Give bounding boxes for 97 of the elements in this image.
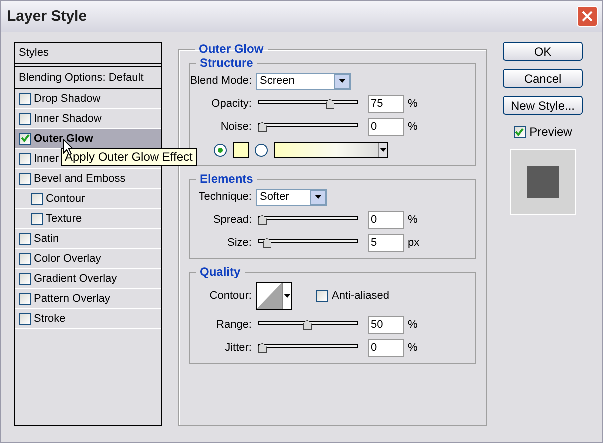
list-item[interactable]: Color Overlay [15,249,161,269]
unit-label: px [408,237,420,249]
caret-icon [338,79,346,83]
contour-picker[interactable] [256,282,292,310]
checkbox[interactable] [31,192,43,204]
checkbox[interactable] [19,172,31,184]
checkbox[interactable] [316,290,328,302]
slider[interactable] [258,121,358,133]
list-item[interactable]: Drop Shadow [15,89,161,109]
list-item[interactable]: Bevel and Emboss [15,169,161,189]
slider-thumb[interactable] [258,122,267,132]
close-icon [582,11,593,22]
checkbox[interactable] [19,272,31,284]
checkbox-label: Preview [530,125,572,139]
slider[interactable] [258,98,358,110]
field-label: Spread: [212,214,252,226]
radio-button[interactable] [255,144,268,156]
caret-icon [380,148,386,152]
list-header: Styles [15,43,161,67]
list-item[interactable]: Blending Options: Default [15,67,161,89]
value-field[interactable]: 50 [368,316,404,334]
checkbox[interactable] [19,92,31,104]
unit-label: % [408,319,418,331]
dialog-button[interactable]: New Style... [503,96,583,115]
slider[interactable] [258,342,358,354]
panel-title: Outer Glow [198,42,265,56]
checkbox[interactable] [31,212,43,224]
value-field[interactable]: 5 [368,234,404,252]
list-item[interactable]: Outer Glow [15,129,161,149]
dialog-button[interactable]: Cancel [503,69,583,88]
close-button[interactable] [577,6,598,27]
slider-thumb[interactable] [303,320,312,330]
item-label: Texture [46,212,82,224]
dialog-button[interactable]: OK [503,42,583,61]
item-label: Bevel and Emboss [34,172,126,184]
list-item[interactable]: Contour [15,189,161,209]
checkbox[interactable] [19,292,31,304]
field-label: Technique: [198,191,252,203]
checkbox[interactable] [514,126,526,138]
field-label: Range: [216,319,252,331]
value-field[interactable]: 0 [368,118,404,136]
item-label: Drop Shadow [34,92,101,104]
caret-icon [284,294,290,298]
checkbox[interactable] [19,232,31,244]
group-title: Elements [199,172,254,186]
item-label: Color Overlay [34,252,102,264]
list-item[interactable]: Gradient Overlay [15,269,161,289]
item-label: Outer Glow [34,132,94,144]
dropdown[interactable]: Screen [256,72,351,90]
slider-thumb[interactable] [258,215,267,225]
unit-label: % [408,214,418,226]
field-label: Size: [226,237,252,249]
slider-thumb[interactable] [258,343,267,353]
list-item[interactable]: Pattern Overlay [15,289,161,309]
field-label: Blend Mode: [190,75,252,87]
tooltip: Apply Outer Glow Effect [61,148,197,166]
checkbox[interactable] [19,312,31,324]
checkbox[interactable] [19,152,31,164]
color-swatch[interactable] [233,142,249,158]
field-label: Noise: [220,121,252,133]
slider[interactable] [258,214,358,226]
checkbox[interactable] [19,132,31,144]
item-label: Inner [34,152,60,164]
field-label: Opacity: [210,98,252,110]
slider-thumb[interactable] [262,238,272,248]
slider[interactable] [258,237,358,249]
checkbox[interactable] [19,112,31,124]
field-label: Jitter: [224,342,252,354]
list-item[interactable]: Stroke [15,309,161,329]
caret-icon [314,195,322,199]
list-item[interactable]: Satin [15,229,161,249]
group-title: Structure [199,56,254,70]
item-label: Contour [46,192,86,204]
slider[interactable] [258,319,358,331]
group-title: Quality [199,265,242,279]
field-label: Contour: [208,290,252,302]
item-label: Inner Shadow [34,112,102,124]
item-label: Gradient Overlay [34,272,118,284]
value-field[interactable]: 0 [368,211,404,229]
radio-button[interactable] [214,144,227,156]
unit-label: % [408,342,418,354]
square-icon [527,166,559,198]
slider-thumb[interactable] [326,99,334,109]
radio-dot-icon [218,148,223,152]
gradient-picker[interactable] [274,142,388,158]
dropdown[interactable]: Softer [256,188,327,206]
checkbox[interactable] [19,252,31,264]
unit-label: % [408,121,418,133]
value-field[interactable]: 0 [368,339,404,357]
unit-label: % [408,98,418,110]
value-field[interactable]: 75 [368,95,404,113]
checkbox-label: Anti-aliased [332,290,390,302]
item-label: Pattern Overlay [34,292,110,304]
window-title: Layer Style [7,8,88,25]
item-label: Stroke [34,312,66,324]
item-label: Satin [34,232,60,244]
list-item[interactable]: Texture [15,209,161,229]
